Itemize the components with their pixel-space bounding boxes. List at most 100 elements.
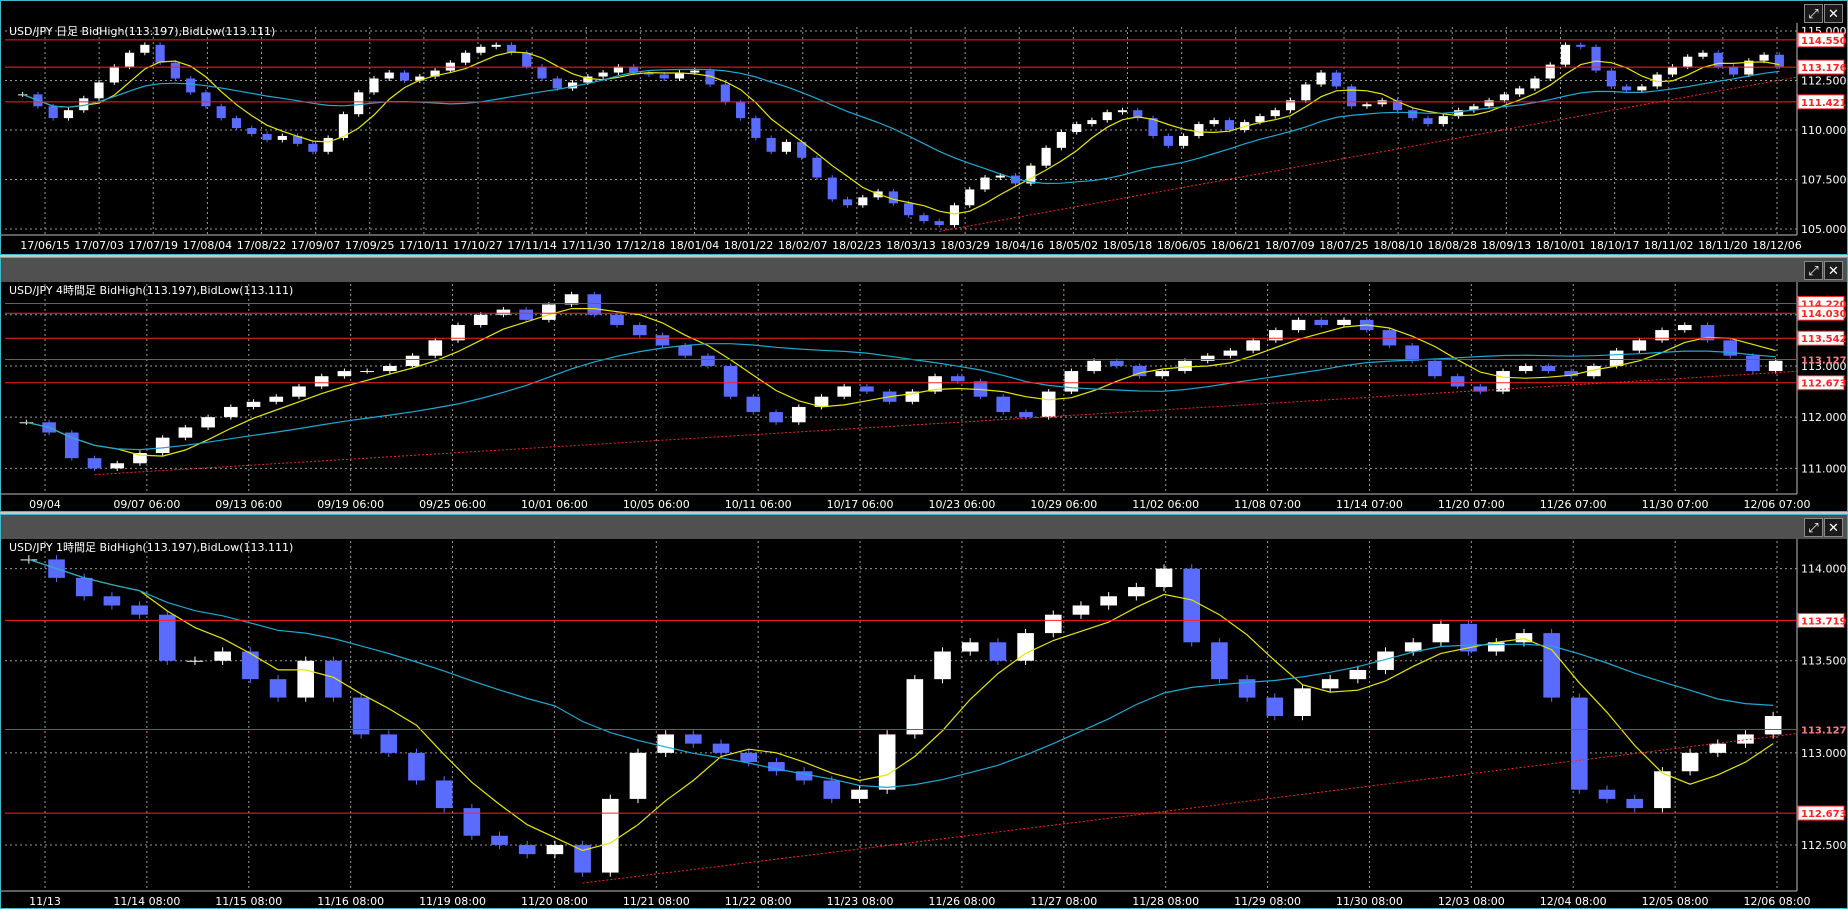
x-tick-label: 18/09/13 bbox=[1482, 239, 1531, 252]
x-tick-label: 18/06/21 bbox=[1211, 239, 1260, 252]
x-tick-label: 17/07/19 bbox=[129, 239, 178, 252]
candle-body bbox=[740, 752, 758, 763]
level-tag-label: 111.421 bbox=[1801, 98, 1847, 109]
maximize-icon[interactable]: ⤢ bbox=[1804, 261, 1823, 280]
candle-body bbox=[1041, 147, 1051, 166]
candle-body bbox=[314, 376, 329, 387]
maximize-icon[interactable]: ⤢ bbox=[1804, 4, 1823, 23]
candle-body bbox=[1294, 688, 1311, 716]
moving-average-fast bbox=[28, 558, 1774, 852]
x-tick-label: 17/08/22 bbox=[237, 239, 286, 252]
candle-body bbox=[155, 437, 170, 454]
x-tick-label: 12/05 08:00 bbox=[1642, 895, 1709, 908]
candle-body bbox=[1266, 697, 1284, 716]
candle-body bbox=[1543, 633, 1560, 698]
x-tick-label: 17/10/11 bbox=[399, 239, 448, 252]
candle-body bbox=[552, 78, 562, 89]
x-tick-label: 11/15 08:00 bbox=[215, 895, 282, 908]
candle-body bbox=[158, 614, 176, 661]
y-tick-label: 113.000 bbox=[1801, 747, 1847, 760]
candle-body bbox=[1764, 716, 1782, 735]
candle-body bbox=[878, 734, 896, 790]
x-tick-label: 11/29 08:00 bbox=[1234, 895, 1301, 908]
candle-body bbox=[1100, 596, 1117, 606]
candle-body bbox=[231, 118, 242, 129]
x-tick-label: 18/07/09 bbox=[1265, 239, 1314, 252]
x-tick-label: 12/06 07:00 bbox=[1744, 498, 1811, 511]
x-tick-label: 11/02 06:00 bbox=[1132, 498, 1199, 511]
x-tick-label: 11/28 08:00 bbox=[1132, 895, 1199, 908]
x-tick-label: 10/23 06:00 bbox=[928, 498, 995, 511]
candle-body bbox=[1515, 88, 1525, 95]
candle-body bbox=[904, 203, 914, 216]
panel-title: USD/JPY 4時間足 BidHigh(113.197),BidLow(113… bbox=[9, 284, 293, 297]
candle-body bbox=[110, 463, 125, 469]
candle-body bbox=[384, 72, 394, 79]
x-tick-label: 12/03 08:00 bbox=[1438, 895, 1505, 908]
candle-body bbox=[1408, 110, 1418, 119]
chart-panel-daily: ⤢ ✕ 17/06/15 17/07/03 17/07/19 17/08/04 17/0… bbox=[0, 0, 1848, 255]
candle-body bbox=[1450, 376, 1465, 387]
candle-body bbox=[1681, 752, 1699, 772]
panel-title: USD/JPY 1時間足 BidHigh(113.197),BidLow(113… bbox=[9, 541, 293, 554]
x-tick-label: 09/13 06:00 bbox=[215, 498, 282, 511]
candle-body bbox=[325, 660, 342, 698]
chart-panel-1h: ⤢ ✕ 11/13 11/14 08:00 11/15 08:00 11/16 08:… bbox=[0, 514, 1848, 909]
candle-body bbox=[629, 752, 647, 799]
candle-body bbox=[1576, 44, 1586, 47]
x-tick-label: 11/30 07:00 bbox=[1642, 498, 1709, 511]
trend-line bbox=[582, 733, 1798, 884]
candle-body bbox=[919, 215, 929, 222]
candle-body bbox=[1432, 623, 1450, 643]
candle-body bbox=[712, 743, 730, 753]
close-icon[interactable]: ✕ bbox=[1824, 261, 1843, 280]
candle-body bbox=[94, 82, 104, 99]
candle-body bbox=[1637, 86, 1647, 91]
candle-body bbox=[1291, 319, 1306, 331]
close-icon[interactable]: ✕ bbox=[1824, 4, 1843, 23]
candle-body bbox=[812, 157, 822, 178]
candle-body bbox=[837, 386, 852, 397]
candle-body bbox=[1337, 319, 1351, 325]
x-tick-label: 18/02/23 bbox=[832, 239, 881, 252]
candle-body bbox=[1178, 360, 1192, 372]
candle-body bbox=[1270, 110, 1280, 117]
panel-header bbox=[1, 258, 1847, 282]
candle-body bbox=[587, 294, 602, 315]
x-tick-label: 18/04/16 bbox=[995, 239, 1044, 252]
level-tag-label: 114.030 bbox=[1801, 309, 1847, 320]
x-tick-label: 11/21 08:00 bbox=[623, 895, 690, 908]
close-icon[interactable]: ✕ bbox=[1824, 518, 1843, 537]
candle-body bbox=[518, 844, 536, 855]
candle-body bbox=[170, 62, 180, 79]
candle-body bbox=[1155, 568, 1173, 588]
chart-daily: 17/06/15 17/07/03 17/07/19 17/08/04 17/08/22… bbox=[1, 23, 1847, 252]
candle-body bbox=[1606, 70, 1616, 87]
x-tick-label: 11/08 07:00 bbox=[1234, 498, 1301, 511]
candle-body bbox=[297, 660, 315, 698]
x-tick-label: 11/14 07:00 bbox=[1336, 498, 1403, 511]
x-tick-label: 17/11/30 bbox=[562, 239, 611, 252]
x-tick-label: 10/17 06:00 bbox=[827, 498, 894, 511]
candle-body bbox=[380, 734, 398, 753]
x-tick-label: 18/01/04 bbox=[670, 239, 719, 252]
candle-body bbox=[140, 44, 150, 53]
x-tick-label: 11/14 08:00 bbox=[113, 895, 180, 908]
candle-body bbox=[961, 642, 979, 652]
candle-body bbox=[1560, 44, 1571, 65]
candle-body bbox=[405, 355, 420, 366]
maximize-icon[interactable]: ⤢ bbox=[1804, 518, 1823, 537]
x-tick-label: 18/03/13 bbox=[886, 239, 935, 252]
x-tick-label: 10/05 06:00 bbox=[623, 498, 690, 511]
candle-body bbox=[1530, 78, 1540, 89]
candle-body bbox=[996, 396, 1011, 413]
x-tick-label: 11/20 08:00 bbox=[521, 895, 588, 908]
candle-body bbox=[103, 596, 121, 606]
candle-body bbox=[858, 197, 868, 206]
candle-body bbox=[269, 679, 287, 698]
candle-body bbox=[224, 406, 238, 418]
candle-body bbox=[1017, 633, 1034, 661]
y-tick-label: 110.000 bbox=[1801, 124, 1847, 137]
x-tick-label: 17/07/03 bbox=[74, 239, 123, 252]
candle-body bbox=[934, 651, 951, 680]
